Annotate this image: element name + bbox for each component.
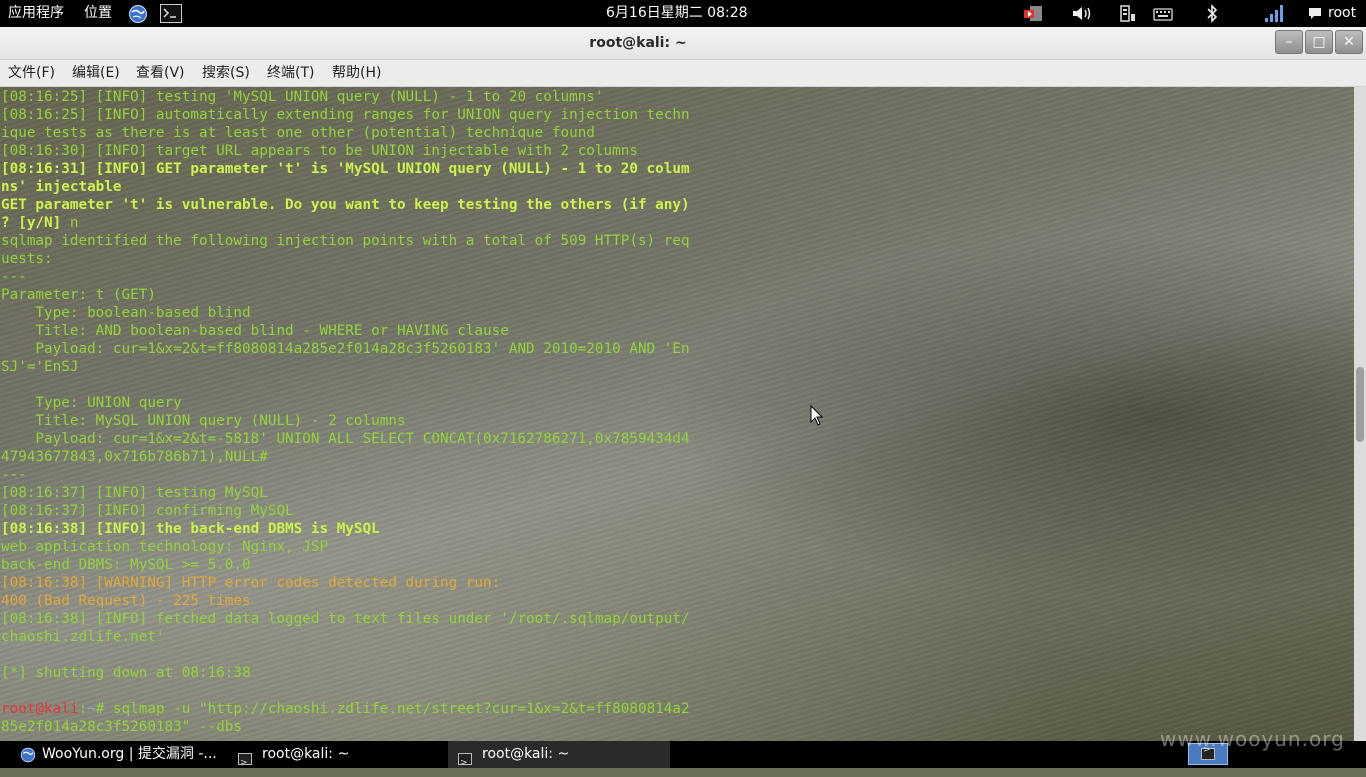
terminal-line: [08:16:37] [INFO] confirming MySQL: [1, 503, 294, 519]
terminal-line: ique tests as there is at least one othe…: [1, 125, 595, 141]
terminal-line: GET parameter 't' is vulnerable. Do you …: [1, 197, 690, 213]
terminal-line: SJ'='EnSJ: [1, 359, 79, 375]
terminal-answer: n: [69, 215, 79, 231]
maximize-button[interactable]: □: [1305, 30, 1333, 54]
applications-menu[interactable]: 应用程序: [8, 0, 64, 27]
menu-terminal[interactable]: 终端(T): [267, 60, 314, 87]
chat-icon[interactable]: [1307, 4, 1323, 23]
terminal-line: chaoshi.zdlife.net': [1, 629, 165, 645]
clock[interactable]: 6月16日星期二 08:28: [606, 0, 748, 27]
terminal-line: ---: [1, 467, 27, 483]
terminal-line: ns' injectable: [1, 179, 122, 195]
taskbar-terminal-1-label: root@kali: ~: [262, 746, 350, 762]
terminal-line: [08:16:38] [INFO] the back-end DBMS is M…: [1, 521, 380, 537]
terminal-line: web application technology: Nginx, JSP: [1, 539, 329, 555]
menu-help[interactable]: 帮助(H): [332, 60, 381, 87]
menu-edit[interactable]: 编辑(E): [72, 60, 120, 87]
taskbar-terminal-2-label: root@kali: ~: [482, 746, 570, 762]
menu-view[interactable]: 查看(V): [136, 60, 185, 87]
terminal-line: uests:: [1, 251, 53, 267]
terminal-line: sqlmap identified the following injectio…: [1, 233, 690, 249]
top-panel: 应用程序 位置 6月16日星期二 08:28 root: [0, 0, 1366, 27]
minimize-button[interactable]: –: [1275, 30, 1303, 54]
terminal-line: Payload: cur=1&x=2&t=-5818' UNION ALL SE…: [1, 431, 690, 447]
terminal-line: [08:16:31] [INFO] GET parameter 't' is '…: [1, 161, 690, 177]
terminal-line: Payload: cur=1&x=2&t=ff8080814a285e2f014…: [1, 341, 690, 357]
prompt-user: root: [1, 701, 36, 717]
terminal-line: 85e2f014a28c3f5260183" --dbs: [1, 719, 243, 735]
terminal-line: Title: AND boolean-based blind - WHERE o…: [1, 323, 509, 339]
prompt-path: ~: [87, 701, 96, 717]
terminal-icon: [458, 748, 472, 777]
taskbar-terminal-1[interactable]: root@kali: ~: [228, 741, 448, 777]
terminal-line: back-end DBMS: MySQL >= 5.0.0: [1, 557, 251, 573]
prompt-host: kali: [44, 701, 79, 717]
prompt-at: @: [35, 701, 45, 717]
watermark: www.wooyun.org: [1160, 727, 1345, 751]
signal-icon[interactable]: [1263, 4, 1285, 23]
terminal-question: ? [y/N]: [1, 215, 70, 231]
taskbar-browser[interactable]: WooYun.org | 提交漏洞 -...: [0, 741, 228, 768]
globe-icon: [20, 746, 36, 773]
power-icon[interactable]: [1022, 4, 1044, 23]
terminal-line: [08:16:30] [INFO] target URL appears to …: [1, 143, 638, 159]
menu-bar: 文件(F) 编辑(E) 查看(V) 搜索(S) 终端(T) 帮助(H): [0, 60, 1366, 87]
command-text: sqlmap -u "http://chaoshi.zdlife.net/str…: [112, 701, 690, 717]
terminal-line: [08:16:37] [INFO] testing MySQL: [1, 485, 268, 501]
close-button[interactable]: ✕: [1335, 30, 1363, 54]
terminal-output[interactable]: [08:16:25] [INFO] testing 'MySQL UNION q…: [0, 87, 1354, 741]
terminal-line: [08:16:38] [INFO] fetched data logged to…: [1, 611, 690, 627]
terminal-line: 47943677843,0x716b786b71),NULL#: [1, 449, 268, 465]
terminal-line: 400 (Bad Request) - 225 times: [1, 593, 251, 609]
terminal-line: Type: UNION query: [1, 395, 182, 411]
terminal-icon: [238, 748, 252, 777]
taskbar-terminal-2[interactable]: root@kali: ~: [448, 741, 670, 777]
mouse-cursor-icon: [810, 405, 824, 426]
menu-search[interactable]: 搜索(S): [202, 60, 250, 87]
globe-icon[interactable]: [128, 4, 148, 23]
terminal-line: [08:16:25] [INFO] automatically extendin…: [1, 107, 690, 123]
terminal-scrollbar[interactable]: [1354, 87, 1366, 741]
terminal-line: Type: boolean-based blind: [1, 305, 251, 321]
terminal-line: [08:16:25] [INFO] testing 'MySQL UNION q…: [1, 89, 604, 105]
terminal-line: ? [y/N] n: [1, 214, 78, 232]
prompt-separator: :: [78, 701, 88, 717]
keyboard-icon[interactable]: [1153, 4, 1173, 23]
scrollbar-thumb[interactable]: [1356, 367, 1364, 442]
terminal-line: [08:16:38] [WARNING] HTTP error codes de…: [1, 575, 501, 591]
volume-icon[interactable]: [1071, 4, 1093, 23]
terminal-icon[interactable]: [160, 4, 182, 23]
terminal-line: Parameter: t (GET): [1, 287, 156, 303]
menu-file[interactable]: 文件(F): [8, 60, 55, 87]
user-menu[interactable]: root: [1328, 0, 1356, 27]
prompt-symbol: #: [95, 701, 113, 717]
terminal-line: Title: MySQL UNION query (NULL) - 2 colu…: [1, 413, 406, 429]
network-icon[interactable]: [1119, 4, 1137, 23]
places-menu[interactable]: 位置: [84, 0, 112, 27]
bluetooth-icon[interactable]: [1204, 4, 1220, 23]
terminal-line: [*] shutting down at 08:16:38: [1, 665, 251, 681]
taskbar-browser-label: WooYun.org | 提交漏洞 -...: [42, 746, 217, 762]
window-titlebar[interactable]: root@kali: ~ – □ ✕: [0, 27, 1366, 60]
terminal-command-line: root@kali:~# sqlmap -u "http://chaoshi.z…: [1, 700, 690, 718]
terminal-line: ---: [1, 269, 27, 285]
window-title: root@kali: ~: [589, 35, 687, 51]
